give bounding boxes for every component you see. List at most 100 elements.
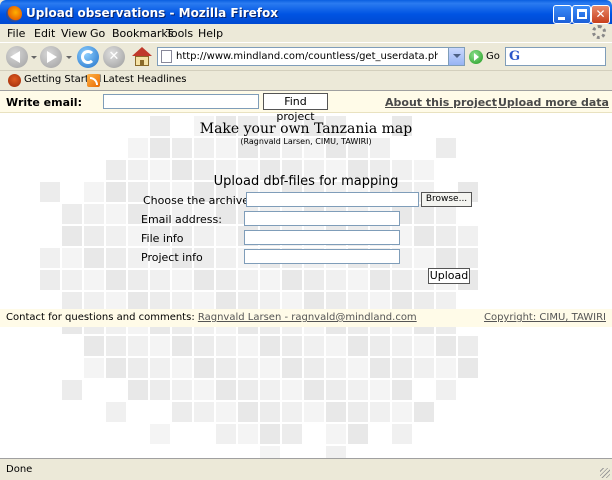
file-info-input[interactable] [244,230,400,245]
map-tile [84,204,104,224]
map-tile [238,336,258,356]
map-tile [172,270,192,290]
map-tile [304,270,324,290]
map-tile [282,358,302,378]
contact-email-link[interactable]: Ragnvald Larsen - ragnvald@mindland.com [198,312,417,323]
menu-view[interactable]: View [61,27,87,40]
chevron-down-icon [453,54,461,58]
map-tile [150,380,170,400]
map-tile [216,336,236,356]
map-tile [414,226,434,246]
tanzania-map-background [40,116,480,458]
back-button[interactable] [6,46,28,68]
map-tile [106,336,126,356]
map-tile [414,336,434,356]
map-tile [128,336,148,356]
map-tile [458,336,478,356]
map-tile [392,402,412,422]
about-project-link[interactable]: About this project [385,96,497,109]
home-button[interactable] [131,46,153,68]
map-tile [414,402,434,422]
menu-go[interactable]: Go [90,27,105,40]
google-search-icon[interactable]: G [509,49,520,64]
bookmarks-toolbar: Getting Started Latest Headlines [0,70,612,90]
url-dropdown-button[interactable] [448,48,464,65]
map-tile [106,248,126,268]
url-input[interactable] [176,49,438,64]
map-tile [260,380,280,400]
map-tile [62,226,82,246]
menu-help[interactable]: Help [198,27,223,40]
home-icon-door [140,60,144,66]
email-search-input[interactable] [103,94,259,109]
map-tile [260,402,280,422]
status-bar: Done [0,458,612,480]
map-tile [216,402,236,422]
map-tile [282,402,302,422]
map-tile [458,226,478,246]
file-info-label: File info [141,232,184,245]
map-tile [260,336,280,356]
map-tile [436,248,456,268]
maximize-icon [577,9,587,19]
map-tile [348,380,368,400]
map-tile [304,402,324,422]
search-input[interactable] [526,49,604,64]
menu-file[interactable]: File [7,27,25,40]
map-tile [326,270,346,290]
forward-button[interactable] [40,46,62,68]
map-tile [238,424,258,444]
menu-edit[interactable]: Edit [34,27,55,40]
map-tile [216,424,236,444]
map-tile [348,424,368,444]
go-button[interactable] [469,50,483,64]
map-tile [282,270,302,290]
project-info-input[interactable] [244,249,400,264]
go-arrow-icon [474,53,479,61]
back-history-dropdown[interactable] [31,56,37,59]
minimize-button[interactable] [553,5,572,24]
map-tile [106,204,126,224]
map-tile [194,380,214,400]
map-tile [172,402,192,422]
bookmark-latest-headlines[interactable]: Latest Headlines [103,74,187,85]
map-tile [392,424,412,444]
map-tile [238,270,258,290]
map-tile [392,358,412,378]
contact-label: Contact for questions and comments: [6,312,195,323]
menu-bookmarks[interactable]: Bookmarks [112,27,173,40]
map-tile [84,270,104,290]
home-icon [132,47,152,56]
find-project-button[interactable]: Find project [263,93,328,123]
menu-tools[interactable]: Tools [166,27,193,40]
reload-button[interactable] [77,46,99,68]
map-tile [392,380,412,400]
map-tile [260,358,280,378]
copyright-link[interactable]: Copyright: CIMU, TAWIRI [484,312,606,323]
map-tile [260,446,280,458]
map-tile [106,358,126,378]
map-tile [348,358,368,378]
status-text: Done [6,464,33,475]
address-bar[interactable] [157,47,465,66]
firefox-icon [6,6,22,22]
write-email-label: Write email: [6,96,82,109]
map-tile [62,270,82,290]
map-tile [436,358,456,378]
go-label[interactable]: Go [486,51,500,62]
resize-grip[interactable] [600,468,610,478]
email-address-input[interactable] [244,211,400,226]
page-icon [161,50,172,63]
map-tile [326,358,346,378]
stop-button[interactable]: ✕ [103,46,125,68]
upload-more-link[interactable]: Upload more data [498,96,609,109]
upload-button[interactable]: Upload [428,268,470,284]
browse-button[interactable]: Browse... [421,192,472,207]
map-tile [128,380,148,400]
map-tile [436,204,456,224]
search-box[interactable]: G [505,47,606,66]
forward-history-dropdown[interactable] [66,56,72,59]
archive-file-input[interactable] [246,192,419,207]
close-button[interactable]: ✕ [591,5,610,24]
maximize-button[interactable] [572,5,591,24]
